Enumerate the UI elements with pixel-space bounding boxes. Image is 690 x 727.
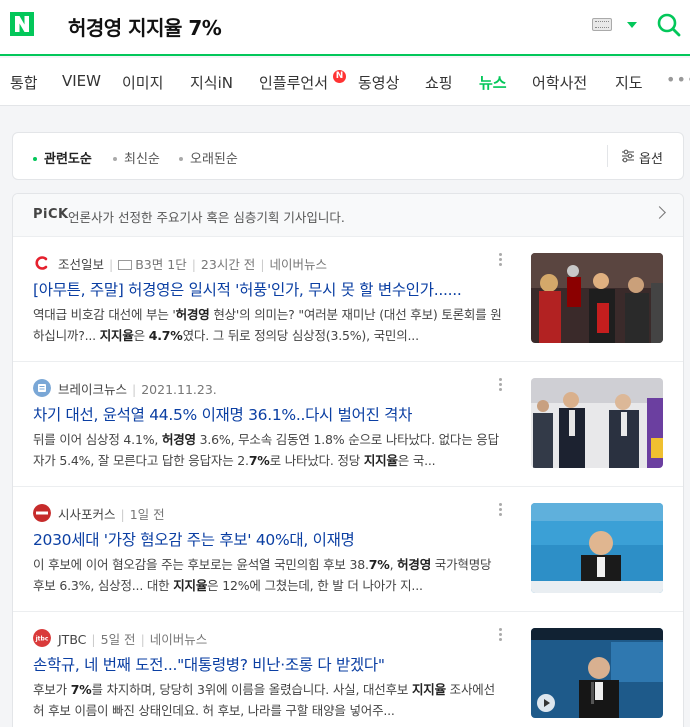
tab-news[interactable]: 뉴스 <box>479 72 507 93</box>
news-description: 이 후보에 이어 혐오감을 주는 후보로는 윤석열 국민의힘 후보 38.7%,… <box>33 557 492 593</box>
news-item: 브레이크뉴스 | 2021.11.23. 차기 대선, 윤석열 44.5% 이재명 … <box>13 362 683 487</box>
sort-oldest[interactable]: 오래된순 <box>179 148 238 167</box>
more-options-icon[interactable] <box>499 628 503 644</box>
news-meta: JTBC | 5일 전 | 네이버뉴스 <box>58 632 208 647</box>
news-thumbnail[interactable] <box>531 253 663 343</box>
tab-video[interactable]: 동영상 <box>358 72 399 93</box>
news-item: 시사포커스 | 1일 전 2030세대 '가장 혐오감 주는 후보' 40%대, 이… <box>13 487 683 612</box>
news-description: 후보가 7%를 차지하며, 당당히 3위에 이름을 올렸습니다. 사실, 대선후… <box>33 682 495 718</box>
tab-shopping[interactable]: 쇼핑 <box>425 72 453 93</box>
news-thumbnail[interactable] <box>531 503 663 593</box>
more-tabs-icon[interactable]: ••• <box>666 70 690 89</box>
naver-news-link[interactable]: 네이버뉴스 <box>150 632 208 647</box>
chevron-right-icon <box>653 206 666 219</box>
search-tabs: 통합 VIEW 이미지 지식iN 인플루언서 N 동영상 쇼핑 뉴스 어학사전 … <box>0 58 690 106</box>
news-meta: 브레이크뉴스 | 2021.11.23. <box>58 382 217 397</box>
press-logo-icon[interactable]: jtbc <box>33 629 51 647</box>
paper-icon <box>118 259 133 270</box>
pick-description: 언론사가 선정한 주요기사 혹은 심층기획 기사입니다. <box>68 210 345 225</box>
sort-latest[interactable]: 최신순 <box>113 148 160 167</box>
press-logo-icon[interactable] <box>33 254 51 272</box>
page-info: B3면 1단 <box>135 257 187 272</box>
press-name[interactable]: JTBC <box>58 632 86 647</box>
sort-options: 관련도순 최신순 오래된순 옵션 <box>12 132 684 180</box>
search-input[interactable]: 허경영 지지율 7% <box>68 12 222 41</box>
options-icon[interactable] <box>621 149 635 163</box>
new-badge: N <box>333 70 346 83</box>
press-name[interactable]: 시사포커스 <box>58 507 116 522</box>
dot-icon <box>179 156 183 161</box>
pick-logo: PiCK <box>33 207 69 222</box>
tab-influencer[interactable]: 인플루언서 <box>259 72 328 93</box>
tab-dictionary[interactable]: 어학사전 <box>532 72 587 93</box>
timestamp: 5일 전 <box>100 632 136 647</box>
news-description: 역대급 비호감 대선에 부는 '허경영 현상'의 의미는? "여러분 재미난 (… <box>33 307 502 343</box>
news-title[interactable]: 손학규, 네 번째 도전..."대통령병? 비난·조롱 다 받겠다" <box>33 653 513 675</box>
news-meta: 조선일보 | B3면 1단 | 23시간 전 | 네이버뉴스 <box>58 257 328 272</box>
play-icon[interactable] <box>537 694 555 712</box>
timestamp: 23시간 전 <box>200 257 256 272</box>
naver-news-link[interactable]: 네이버뉴스 <box>270 257 328 272</box>
divider <box>607 145 608 167</box>
news-item: 조선일보 | B3면 1단 | 23시간 전 | 네이버뉴스 [아무튼, 주말] 허경영은 … <box>13 237 683 362</box>
news-title[interactable]: [아무튼, 주말] 허경영은 일시적 '허풍'인가, 무시 못 할 변수인가..… <box>33 278 513 300</box>
more-options-icon[interactable] <box>499 378 503 394</box>
tab-map[interactable]: 지도 <box>615 72 643 93</box>
sort-relevance[interactable]: 관련도순 <box>33 148 92 167</box>
press-name[interactable]: 조선일보 <box>58 257 104 272</box>
timestamp: 2021.11.23. <box>141 382 217 397</box>
naver-logo-icon[interactable] <box>10 12 34 36</box>
options-button[interactable]: 옵션 <box>639 148 663 167</box>
pick-banner[interactable]: PiCK 언론사가 선정한 주요기사 혹은 심층기획 기사입니다. <box>13 194 683 237</box>
tab-view[interactable]: VIEW <box>62 72 101 90</box>
news-thumbnail[interactable] <box>531 378 663 468</box>
search-bar: 허경영 지지율 7% <box>0 0 690 56</box>
news-title[interactable]: 차기 대선, 윤석열 44.5% 이재명 36.1%..다시 벌어진 격차 <box>33 403 513 425</box>
news-panel: PiCK 언론사가 선정한 주요기사 혹은 심층기획 기사입니다. 조선일보 | B… <box>12 193 684 727</box>
press-logo-icon[interactable] <box>33 379 51 397</box>
svg-text:jtbc: jtbc <box>35 636 49 643</box>
dot-icon <box>113 156 117 161</box>
selected-dot-icon <box>33 156 37 161</box>
news-title[interactable]: 2030세대 '가장 혐오감 주는 후보' 40%대, 이재명 <box>33 528 513 550</box>
news-meta: 시사포커스 | 1일 전 <box>58 507 165 522</box>
news-description: 뒤를 이어 심상정 4.1%, 허경영 3.6%, 무소속 김동연 1.8% 순… <box>33 432 499 468</box>
more-options-icon[interactable] <box>499 503 503 519</box>
tab-all[interactable]: 통합 <box>10 72 38 93</box>
autocomplete-toggle-icon[interactable] <box>627 22 637 28</box>
news-thumbnail[interactable] <box>531 628 663 718</box>
press-logo-icon[interactable] <box>33 504 51 522</box>
more-options-icon[interactable] <box>499 253 503 269</box>
tab-images[interactable]: 이미지 <box>122 72 163 93</box>
timestamp: 1일 전 <box>129 507 165 522</box>
press-name[interactable]: 브레이크뉴스 <box>58 382 127 397</box>
search-icon[interactable] <box>656 12 682 38</box>
tab-knowledge-in[interactable]: 지식iN <box>190 72 233 93</box>
news-item: jtbc JTBC | 5일 전 | 네이버뉴스 손학규, 네 번째 도전..."대통령… <box>13 612 683 727</box>
keyboard-icon[interactable] <box>592 18 612 31</box>
